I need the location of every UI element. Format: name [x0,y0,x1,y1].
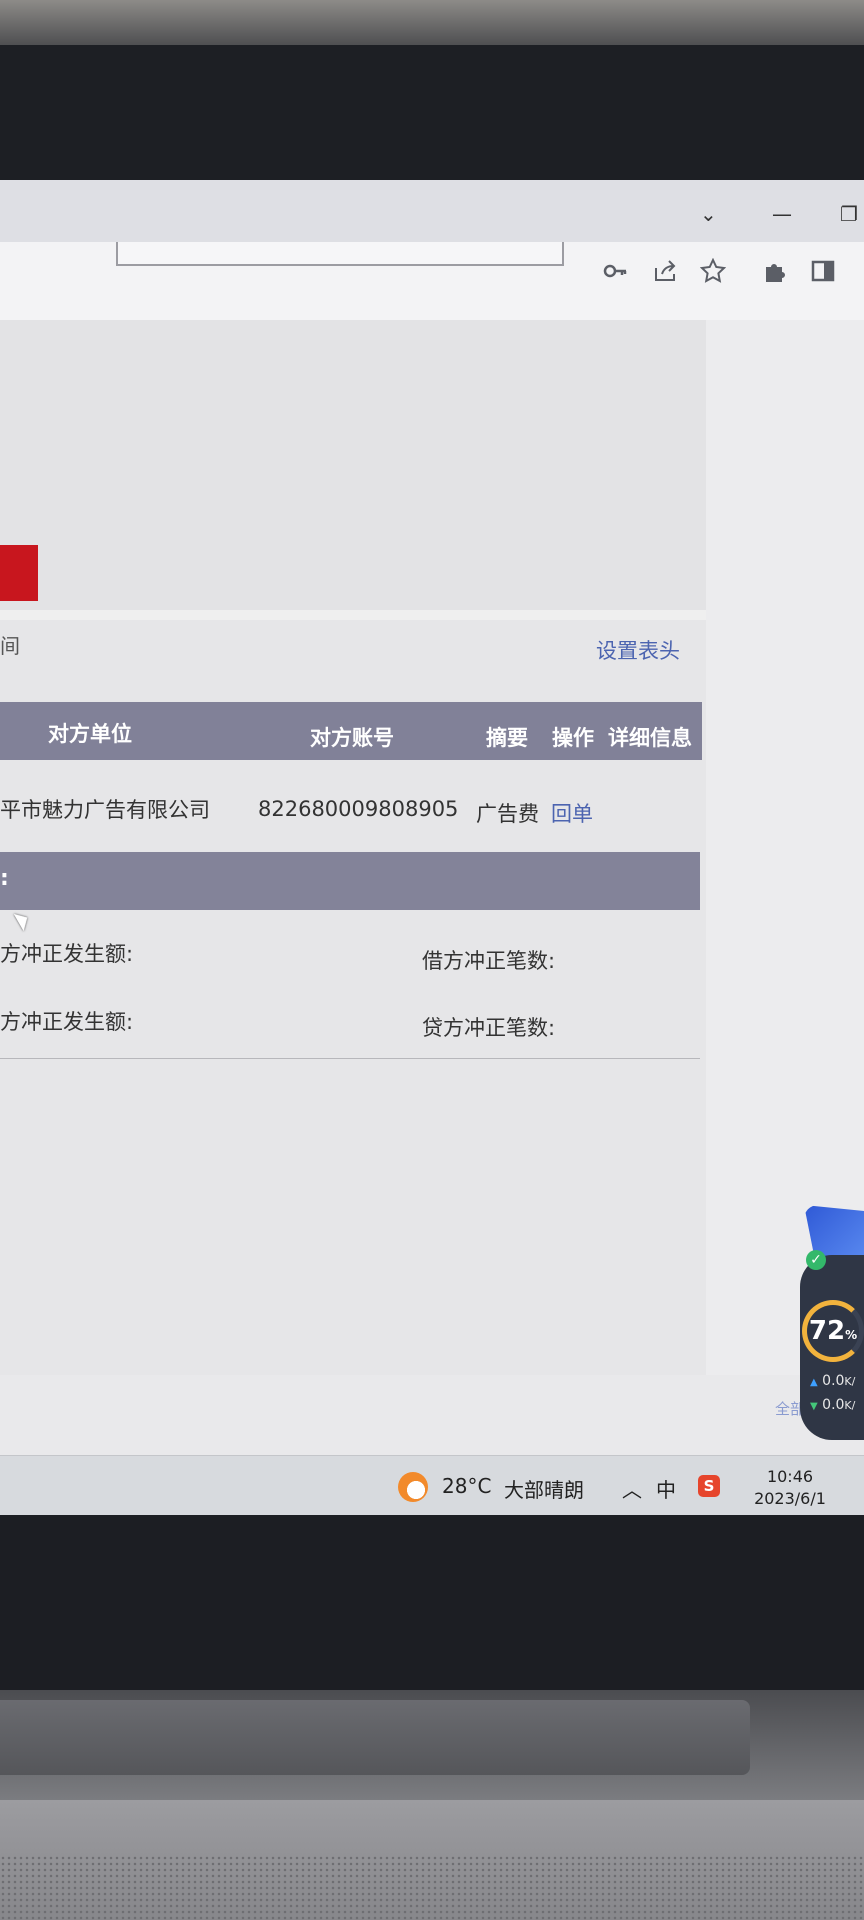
red-button[interactable] [0,545,38,601]
page-content: 间 设置表头 对方单位 对方账号 摘要 操作 详细信息 平市魅力广告有限公司 8… [0,320,864,1515]
address-bar[interactable] [116,242,564,266]
network-speed-widget[interactable]: ✓ 72% ▲ 0.0K/ ▼ 0.0K/ [796,1205,864,1465]
speaker-grille [0,1855,864,1920]
column-header-account[interactable]: 对方账号 [310,722,394,752]
memory-usage-gauge: 72% [802,1300,864,1362]
extensions-icon[interactable] [758,258,792,292]
browser-titlebar: ⌄ — ❐ [0,180,864,242]
maximize-button[interactable]: ❐ [840,202,858,226]
check-icon: ✓ [806,1250,826,1270]
browser-toolbar [0,242,864,321]
set-table-header-link[interactable]: 设置表头 [596,635,680,665]
clock-date: 2023/6/1 [754,1489,826,1508]
clock[interactable]: 10:46 2023/6/1 [740,1466,840,1510]
summary-bar: : [0,852,700,910]
sogou-ime-icon[interactable]: S [698,1475,720,1497]
cell-account: 822680009808905 [258,797,459,821]
debit-reversal-amount-label: 方冲正发生额: [0,942,134,966]
divider [0,1058,700,1059]
truncated-label: 间 [0,634,20,658]
weather-temperature[interactable]: 28°C [442,1474,491,1498]
key-icon[interactable] [598,258,632,292]
column-header-details[interactable]: 详细信息 [608,722,692,752]
weather-icon[interactable] [398,1472,428,1502]
chevron-up-icon[interactable]: ︿ [622,1474,642,1503]
credit-reversal-count-label: 贷方冲正笔数: [422,1016,556,1040]
upload-speed: ▲ 0.0K/ [810,1373,856,1389]
column-header-action[interactable]: 操作 [552,722,594,752]
debit-reversal-count-label: 借方冲正笔数: [422,949,556,973]
screen-bezel-bottom [0,1515,864,1690]
share-icon[interactable] [648,258,682,292]
minimize-button[interactable]: — [772,202,792,226]
star-icon[interactable] [696,257,730,292]
page-banner [0,320,706,610]
screen: ⌄ — ❐ 间 设置表头 对方单位 对方账号 摘要 操作 详细信息 平市魅力广告… [0,180,864,1515]
table-header: 对方单位 对方账号 摘要 操作 详细信息 [0,702,702,760]
hinge-bar [0,1700,750,1775]
column-header-counterparty[interactable]: 对方单位 [48,718,132,748]
cell-counterparty: 平市魅力广告有限公司 [0,798,210,822]
credit-reversal-amount-label: 方冲正发生额: [0,1010,134,1034]
ime-indicator[interactable]: 中 [656,1474,676,1503]
clock-time: 10:46 [766,1467,814,1486]
tab-search-icon[interactable]: ⌄ [700,202,717,226]
screen-bezel-top [0,45,864,185]
summary-title: : [0,866,9,891]
download-speed: ▼ 0.0K/ [810,1397,856,1413]
receipt-link[interactable]: 回单 [551,798,593,828]
weather-condition[interactable]: 大部晴朗 [504,1474,584,1503]
sidebar-icon[interactable] [806,258,840,292]
cell-summary: 广告费 [476,802,539,826]
table-row: 平市魅力广告有限公司 822680009808905 广告费 回单 [0,760,700,848]
taskbar: 28°C 大部晴朗 ︿ 中 S 10:46 2023/6/1 [0,1455,864,1515]
column-header-summary[interactable]: 摘要 [486,722,528,752]
